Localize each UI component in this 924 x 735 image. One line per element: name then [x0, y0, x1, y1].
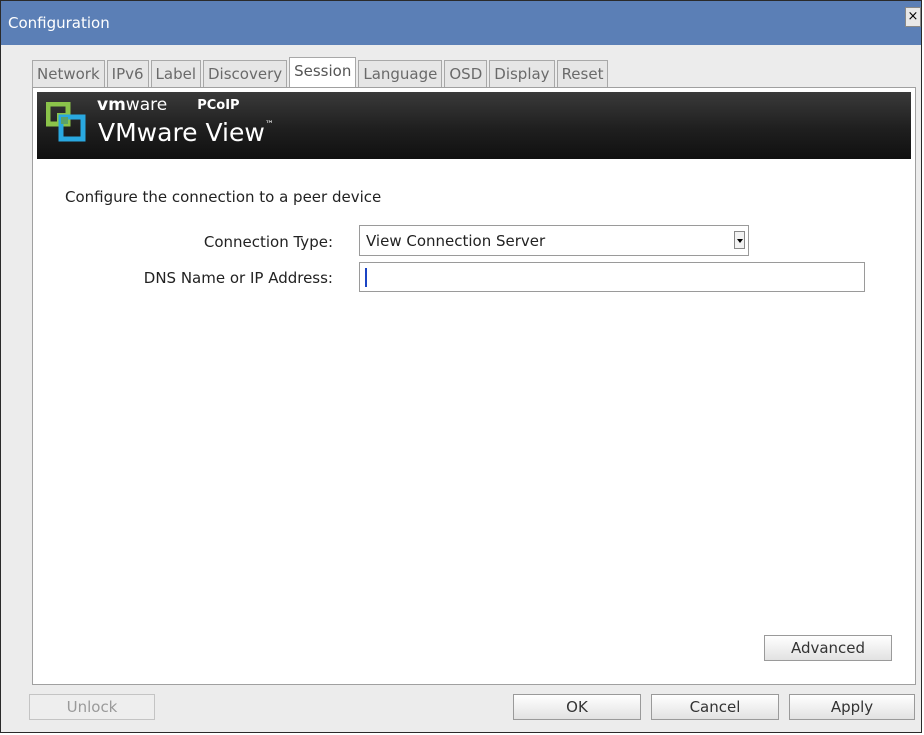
- configuration-window: Configuration × Network IPv6 Label Disco…: [0, 0, 922, 733]
- tab-network[interactable]: Network: [32, 60, 105, 87]
- tab-ipv6[interactable]: IPv6: [106, 60, 149, 87]
- product-title: VMware View: [98, 118, 265, 147]
- tab-label[interactable]: Label: [150, 60, 201, 87]
- pcoip-logo: PCoIP: [197, 97, 240, 113]
- tab-display[interactable]: Display: [489, 60, 555, 87]
- vmware-brand-light: ware: [125, 95, 168, 115]
- product-name: VMware View™: [98, 118, 274, 147]
- cancel-button[interactable]: Cancel: [651, 694, 779, 720]
- apply-button[interactable]: Apply: [789, 694, 915, 720]
- advanced-button[interactable]: Advanced: [764, 635, 892, 661]
- connection-type-label: Connection Type:: [203, 233, 333, 251]
- tab-session[interactable]: Session: [289, 57, 357, 88]
- tab-reset[interactable]: Reset: [556, 60, 609, 87]
- close-button[interactable]: ×: [905, 7, 921, 27]
- session-description: Configure the connection to a peer devic…: [65, 188, 382, 206]
- vmware-view-banner: vm ware PCoIP VMware View™: [37, 92, 911, 159]
- close-icon: ×: [907, 9, 919, 24]
- session-panel: vm ware PCoIP VMware View™ Configure the…: [32, 87, 916, 685]
- trademark-mark: ™: [264, 120, 274, 130]
- vmware-view-logo-icon: [45, 101, 86, 142]
- brand-row: vm ware PCoIP: [97, 95, 240, 115]
- tab-language[interactable]: Language: [358, 60, 443, 87]
- dns-input[interactable]: [359, 262, 865, 292]
- tab-osd[interactable]: OSD: [444, 60, 488, 87]
- ok-button[interactable]: OK: [513, 694, 641, 720]
- tab-discovery[interactable]: Discovery: [203, 60, 288, 87]
- connection-type-select[interactable]: View Connection Server: [359, 225, 749, 256]
- text-caret: [365, 268, 367, 287]
- dns-label: DNS Name or IP Address:: [143, 269, 333, 287]
- dropdown-arrow-icon[interactable]: [734, 231, 745, 249]
- tab-strip: Network IPv6 Label Discovery Session Lan…: [32, 57, 610, 88]
- title-bar: Configuration ×: [1, 1, 921, 45]
- unlock-button[interactable]: Unlock: [29, 694, 155, 720]
- vmware-brand-bold: vm: [97, 95, 126, 115]
- connection-type-value: View Connection Server: [366, 232, 546, 250]
- window-title: Configuration: [8, 14, 110, 32]
